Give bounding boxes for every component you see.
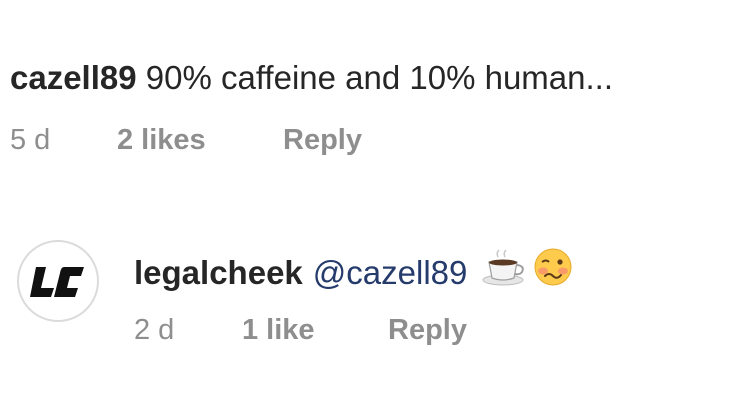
woozy-face-icon xyxy=(533,247,573,298)
comment-text: 90% caffeine and 10% human... xyxy=(145,59,614,96)
likes-count[interactable]: 1 like xyxy=(242,312,388,348)
comment: legalcheek @cazell89 xyxy=(134,247,573,298)
reply-button[interactable]: Reply xyxy=(283,122,362,158)
comment-meta: 5 d2 likes Reply xyxy=(10,122,362,158)
comment-username[interactable]: legalcheek xyxy=(134,251,303,295)
likes-count[interactable]: 2 likes xyxy=(117,122,283,158)
legalcheek-logo xyxy=(30,267,84,297)
comment-timestamp[interactable]: 5 d xyxy=(10,122,117,158)
mention-link[interactable]: @cazell89 xyxy=(313,251,468,295)
reply-button[interactable]: Reply xyxy=(388,312,467,348)
comment-username[interactable]: cazell89 xyxy=(10,59,137,96)
avatar[interactable] xyxy=(17,240,99,322)
comment-meta: 2 d1 like Reply xyxy=(134,312,467,348)
comment: cazell89 90% caffeine and 10% human... xyxy=(10,56,750,100)
comment-thread: cazell89 90% caffeine and 10% human... 5… xyxy=(0,0,750,400)
coffee-cup-icon xyxy=(481,247,527,298)
comment-timestamp[interactable]: 2 d xyxy=(134,312,242,348)
